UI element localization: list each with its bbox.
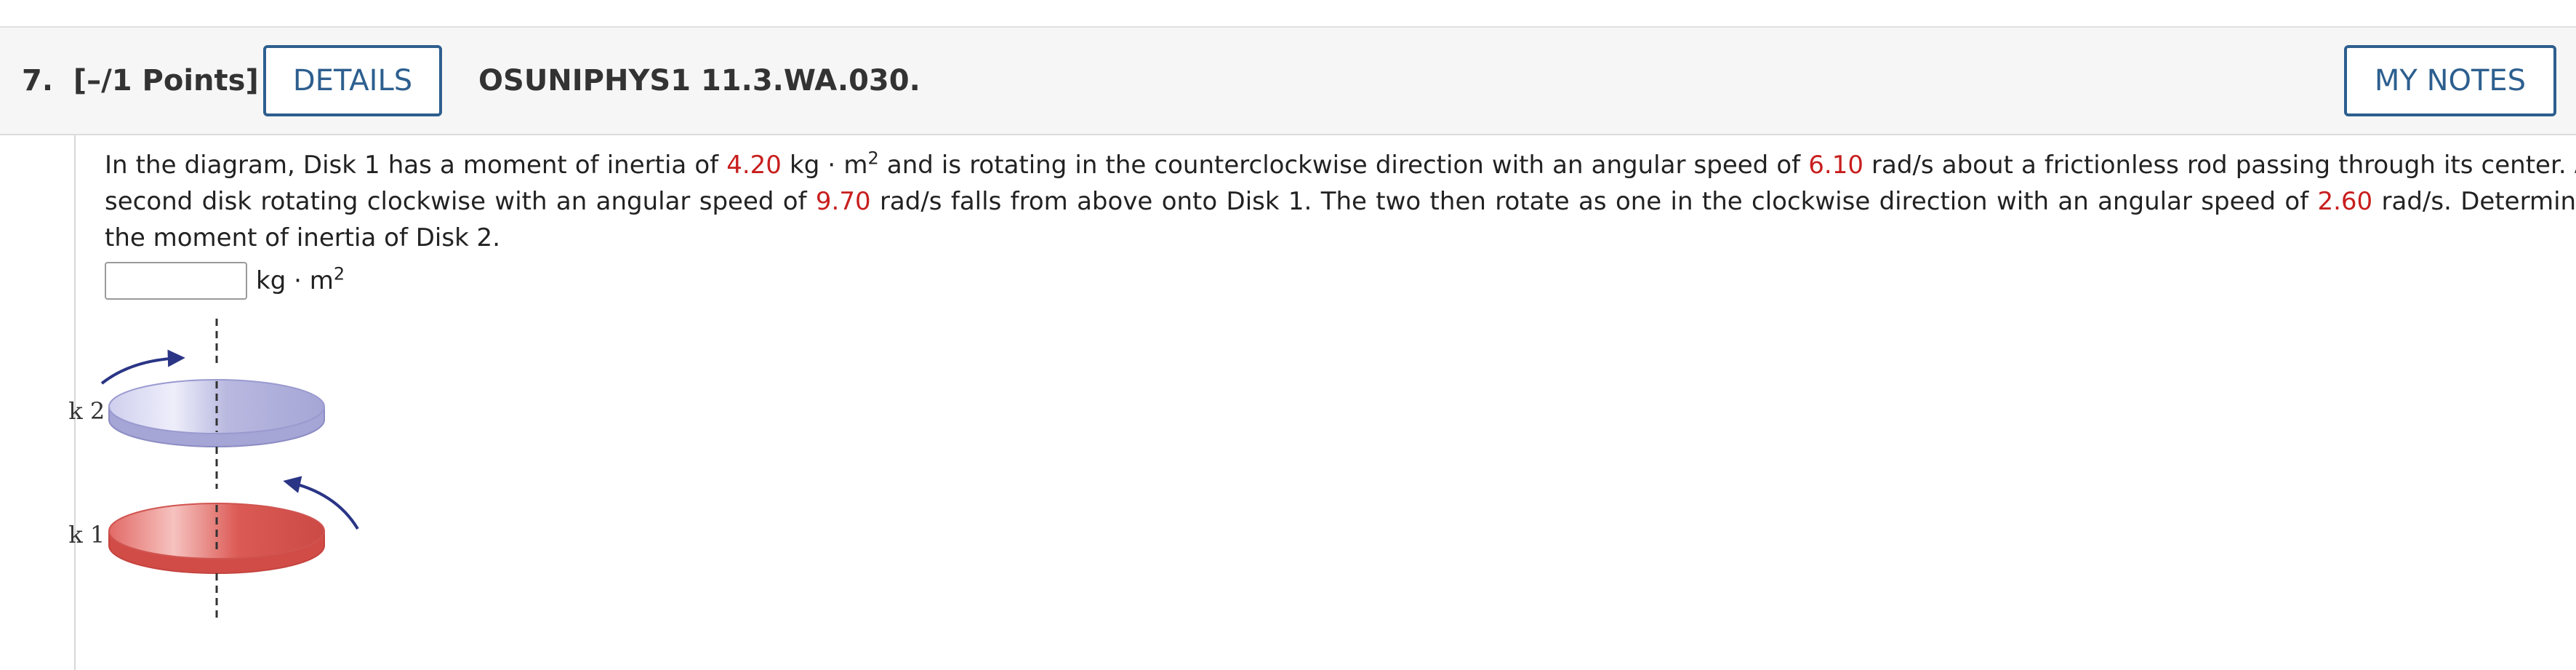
answer-unit: kg · m2 — [256, 259, 345, 303]
problem-text-part: kg · m — [781, 151, 868, 180]
disk-2-rotation-arrow — [100, 349, 185, 385]
disk-2-label: Disk 2 — [68, 397, 105, 425]
answer-unit-text: kg · m — [256, 266, 334, 295]
question-code: OSUNIPHYS1 11.3.WA.030. — [478, 64, 920, 97]
value-angular-speed-1: 6.10 — [1808, 151, 1863, 180]
answer-input[interactable] — [105, 262, 247, 300]
question-number-points: 7. [–/1 Points] — [22, 28, 259, 134]
value-angular-speed-2: 9.70 — [815, 187, 871, 216]
disks-diagram: Disk 2 Disk 1 — [68, 319, 359, 620]
question-header: 7. [–/1 Points] DETAILS OSUNIPHYS1 11.3.… — [0, 28, 2576, 135]
value-moment-of-inertia: 4.20 — [726, 151, 782, 180]
disk-1 — [108, 503, 325, 574]
details-button[interactable]: DETAILS — [263, 45, 442, 116]
unit-exponent: 2 — [867, 148, 879, 169]
question-points: [–/1 Points] — [73, 64, 259, 97]
question-body: In the diagram, Disk 1 has a moment of i… — [68, 135, 2576, 670]
answer-unit-exponent: 2 — [333, 263, 345, 284]
problem-text: In the diagram, Disk 1 has a moment of i… — [105, 147, 2576, 256]
value-final-angular-speed: 2.60 — [2317, 187, 2373, 216]
my-notes-button[interactable]: MY NOTES — [2344, 45, 2556, 116]
problem-text-part: rad/s falls from above onto Disk 1. The … — [870, 187, 2318, 216]
question-number: 7. — [22, 64, 54, 97]
problem-text-part: and is rotating in the counterclockwise … — [878, 151, 1809, 180]
problem-text-part: In the diagram, Disk 1 has a moment of i… — [105, 151, 727, 180]
disk-1-label: Disk 1 — [68, 521, 105, 549]
